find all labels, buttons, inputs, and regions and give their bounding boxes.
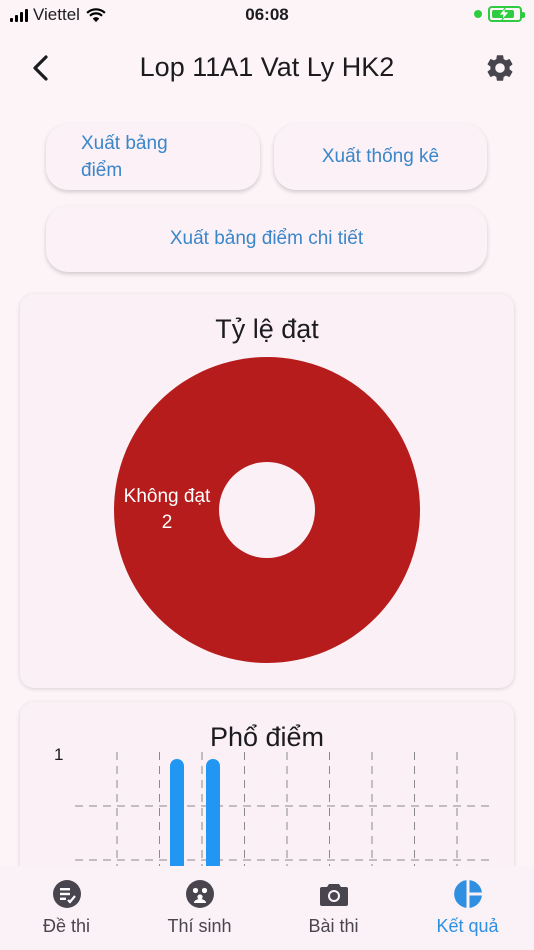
pie-slice-value: 2	[161, 512, 173, 533]
pass-rate-card: Tỷ lệ đạt Không đạt 2	[20, 294, 514, 688]
nav-label-students: Thí sinh	[167, 916, 232, 936]
pie-chart-icon	[453, 880, 482, 908]
gear-icon[interactable]	[484, 52, 516, 84]
battery-icon	[488, 6, 525, 22]
score-spectrum-title: Phổ điểm	[209, 722, 325, 752]
bottom-navigation: Đề thi Thí sinh Bài thi Kết quả	[0, 866, 534, 950]
export-stats-label: Xuất thống kê	[321, 146, 440, 167]
export-gradebook-detail-button[interactable]: Xuất bảng điểm chi tiết	[46, 206, 487, 272]
exam-icon	[52, 880, 81, 908]
students-icon	[185, 880, 214, 908]
privacy-indicator	[474, 10, 482, 18]
export-gradebook-label: Xuất bảng điểm	[81, 133, 168, 181]
camera-icon	[319, 884, 348, 906]
nav-label-exam: Đề thi	[42, 916, 91, 936]
pie-slice-label: Không đạt 2	[112, 484, 222, 536]
pass-rate-donut-chart	[114, 357, 420, 663]
page-title: Lop 11A1 Vat Ly HK2	[139, 52, 395, 82]
nav-label-submissions: Bài thi	[308, 916, 359, 936]
nav-item-students[interactable]: Thí sinh	[133, 866, 266, 950]
nav-item-exam[interactable]: Đề thi	[0, 866, 133, 950]
nav-item-results[interactable]: Kết quả	[401, 866, 534, 950]
status-bar: Viettel 06:08	[0, 0, 534, 30]
y-tick-label: 1	[54, 745, 64, 764]
clock: 06:08	[245, 5, 289, 24]
nav-label-results: Kết quả	[436, 916, 499, 936]
nav-item-submissions[interactable]: Bài thi	[267, 866, 400, 950]
app-bar: Lop 11A1 Vat Ly HK2	[0, 40, 534, 96]
export-gradebook-detail-label: Xuất bảng điểm chi tiết	[169, 228, 364, 249]
export-gradebook-button[interactable]: Xuất bảng điểm	[46, 124, 260, 190]
export-stats-button[interactable]: Xuất thống kê	[274, 124, 487, 190]
pie-slice-name: Không đạt	[123, 486, 211, 507]
